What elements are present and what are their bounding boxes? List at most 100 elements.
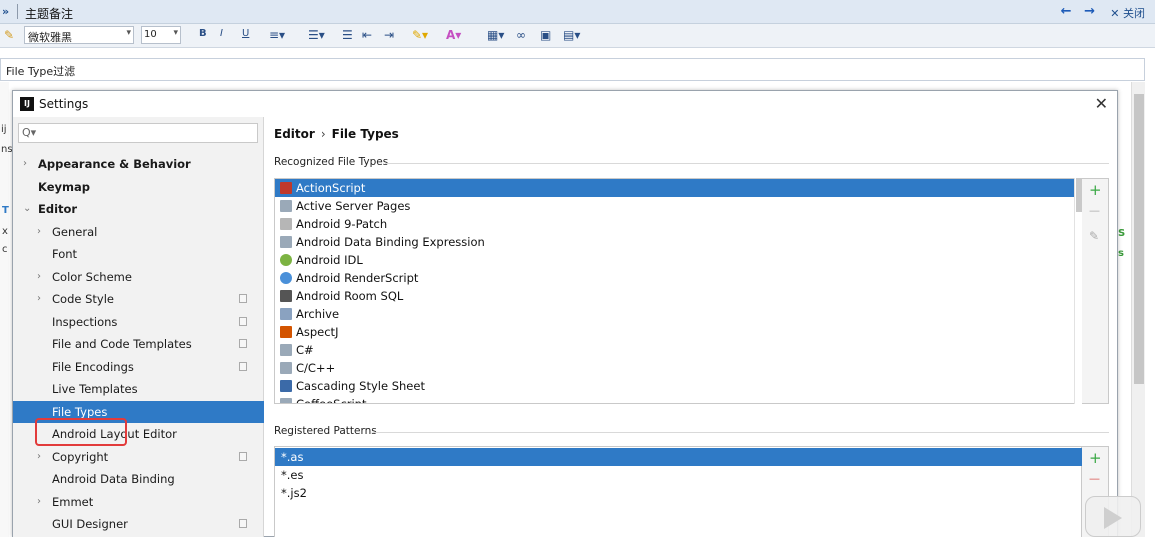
tree-item-gui-designer[interactable]: GUI Designer xyxy=(13,513,264,535)
recognized-file-types-list[interactable]: ActionScript Active Server Pages Android 9… xyxy=(274,178,1082,404)
italic-button[interactable]: I xyxy=(220,28,223,44)
play-icon xyxy=(1104,507,1122,529)
insert-icon[interactable]: ▤▾ xyxy=(563,28,580,44)
file-type-row[interactable]: C/C++ xyxy=(275,359,1081,377)
scrollbar-thumb[interactable] xyxy=(1134,94,1144,384)
numbered-list-icon[interactable]: ☰▾ xyxy=(308,28,325,44)
pattern-row[interactable]: *.js2 xyxy=(275,484,1083,502)
background-text-fragment: s xyxy=(1118,248,1124,259)
remove-icon[interactable]: — xyxy=(1089,204,1100,217)
file-type-row[interactable]: Cascading Style Sheet xyxy=(275,377,1081,395)
background-text-fragment: c xyxy=(2,244,8,255)
tree-item-general[interactable]: › General xyxy=(13,221,264,243)
settings-search-input[interactable]: Q▾ xyxy=(18,123,258,143)
file-icon xyxy=(280,398,292,403)
pattern-row[interactable]: *.es xyxy=(275,466,1083,484)
chevron-right-icon[interactable]: › xyxy=(37,266,41,288)
chevron-right-icon[interactable]: › xyxy=(37,446,41,468)
renderscript-icon xyxy=(280,272,292,284)
text-color-icon[interactable]: A▾ xyxy=(446,28,461,44)
project-scope-icon xyxy=(239,519,247,528)
highlight-color-icon[interactable]: ✎▾ xyxy=(412,28,428,44)
video-play-overlay[interactable] xyxy=(1085,496,1141,537)
file-type-row[interactable]: Archive xyxy=(275,305,1081,323)
settings-tree-panel: Q▾ › Appearance & Behavior Keymap ⌄ Editor › G… xyxy=(13,117,264,537)
remove-icon[interactable]: — xyxy=(1089,472,1100,485)
font-size-select[interactable]: 10 xyxy=(141,26,181,44)
file-type-name: Android RenderScript xyxy=(296,271,419,285)
file-type-row[interactable]: C# xyxy=(275,341,1081,359)
font-family-select[interactable]: 微软雅黑 xyxy=(24,26,134,44)
tree-item-label: Android Data Binding xyxy=(52,472,175,486)
project-scope-icon xyxy=(239,316,247,326)
chevron-right-icon[interactable]: › xyxy=(37,491,41,513)
tree-item-font[interactable]: Font xyxy=(13,243,264,265)
image-icon[interactable]: ▣ xyxy=(540,28,551,44)
note-content-line[interactable]: File Type过滤 xyxy=(0,58,1145,81)
add-icon[interactable]: + xyxy=(1089,181,1102,199)
tree-item-emmet[interactable]: › Emmet xyxy=(13,491,264,513)
table-icon[interactable]: ▦▾ xyxy=(487,28,504,44)
chevron-down-icon[interactable]: ⌄ xyxy=(23,198,31,220)
close-icon[interactable]: ✕ xyxy=(1095,94,1108,113)
file-icon xyxy=(280,344,292,356)
breadcrumb-file-types: File Types xyxy=(331,127,399,141)
file-types-scrollbar[interactable] xyxy=(1074,178,1082,404)
host-scrollbar[interactable] xyxy=(1131,82,1145,537)
tree-item-file-encodings[interactable]: File Encodings xyxy=(13,356,264,378)
bullet-list-icon[interactable]: ☰ xyxy=(342,28,353,44)
chevron-right-icon[interactable]: › xyxy=(23,153,27,175)
back-arrow-icon[interactable]: ← xyxy=(1061,4,1072,19)
forward-arrow-icon[interactable]: → xyxy=(1084,4,1095,19)
tree-item-inspections[interactable]: Inspections xyxy=(13,311,264,333)
nav-arrows: ← → xyxy=(1053,4,1095,19)
search-icon: Q▾ xyxy=(22,126,37,139)
file-type-row[interactable]: AspectJ xyxy=(275,323,1081,341)
tree-item-appearance-behavior[interactable]: › Appearance & Behavior xyxy=(13,153,264,175)
file-icon xyxy=(280,362,292,374)
tree-item-editor[interactable]: ⌄ Editor xyxy=(13,198,264,220)
expand-icon[interactable]: » xyxy=(2,5,9,18)
folder-icon xyxy=(280,218,292,230)
tree-item-label: Color Scheme xyxy=(52,269,132,284)
file-type-row[interactable]: Active Server Pages xyxy=(275,197,1081,215)
tree-item-keymap[interactable]: Keymap xyxy=(13,176,264,198)
indent-icon[interactable]: ⇥ xyxy=(384,28,394,44)
tree-item-live-templates[interactable]: Live Templates xyxy=(13,378,264,400)
file-type-row[interactable]: Android Room SQL xyxy=(275,287,1081,305)
tree-item-file-and-code-templates[interactable]: File and Code Templates xyxy=(13,333,264,355)
background-text-fragment: x xyxy=(2,226,8,237)
tree-item-copyright[interactable]: › Copyright xyxy=(13,446,264,468)
file-type-name: Android IDL xyxy=(296,253,363,267)
tree-item-code-style[interactable]: › Code Style xyxy=(13,288,264,310)
file-type-row[interactable]: ActionScript xyxy=(275,179,1081,197)
host-close-button[interactable]: ✕ 关闭 xyxy=(1110,5,1145,21)
chevron-right-icon: › xyxy=(320,127,326,141)
edit-icon[interactable]: ✎ xyxy=(1089,229,1099,243)
pattern-row[interactable]: *.as xyxy=(275,448,1083,466)
breadcrumb-editor[interactable]: Editor xyxy=(274,127,315,141)
tree-item-android-data-binding[interactable]: Android Data Binding xyxy=(13,468,264,490)
tree-item-color-scheme[interactable]: › Color Scheme xyxy=(13,266,264,288)
divider xyxy=(373,432,1109,433)
intellij-logo-icon: IJ xyxy=(20,97,34,111)
tree-item-label: General xyxy=(52,224,98,239)
add-icon[interactable]: + xyxy=(1089,449,1102,467)
registered-patterns-list[interactable]: *.as *.es *.js2 xyxy=(274,446,1083,537)
chevron-right-icon[interactable]: › xyxy=(37,288,41,310)
registered-patterns-label: Registered Patterns xyxy=(274,425,377,437)
underline-button[interactable]: U xyxy=(242,28,249,44)
outdent-icon[interactable]: ⇤ xyxy=(362,28,372,44)
file-type-row[interactable]: Android RenderScript xyxy=(275,269,1081,287)
link-icon[interactable]: ∞ xyxy=(516,28,526,44)
file-type-name: C/C++ xyxy=(296,361,336,375)
file-type-row[interactable]: Android Data Binding Expression xyxy=(275,233,1081,251)
file-type-row[interactable]: Android 9-Patch xyxy=(275,215,1081,233)
file-type-row[interactable]: CoffeeScript xyxy=(275,395,1081,403)
align-icon[interactable]: ≡▾ xyxy=(269,28,285,44)
bold-button[interactable]: B xyxy=(199,28,207,44)
host-title: 主题备注 xyxy=(25,7,74,21)
chevron-right-icon[interactable]: › xyxy=(37,221,41,243)
file-type-row[interactable]: Android IDL xyxy=(275,251,1081,269)
brush-icon[interactable]: ✎ xyxy=(4,28,14,42)
